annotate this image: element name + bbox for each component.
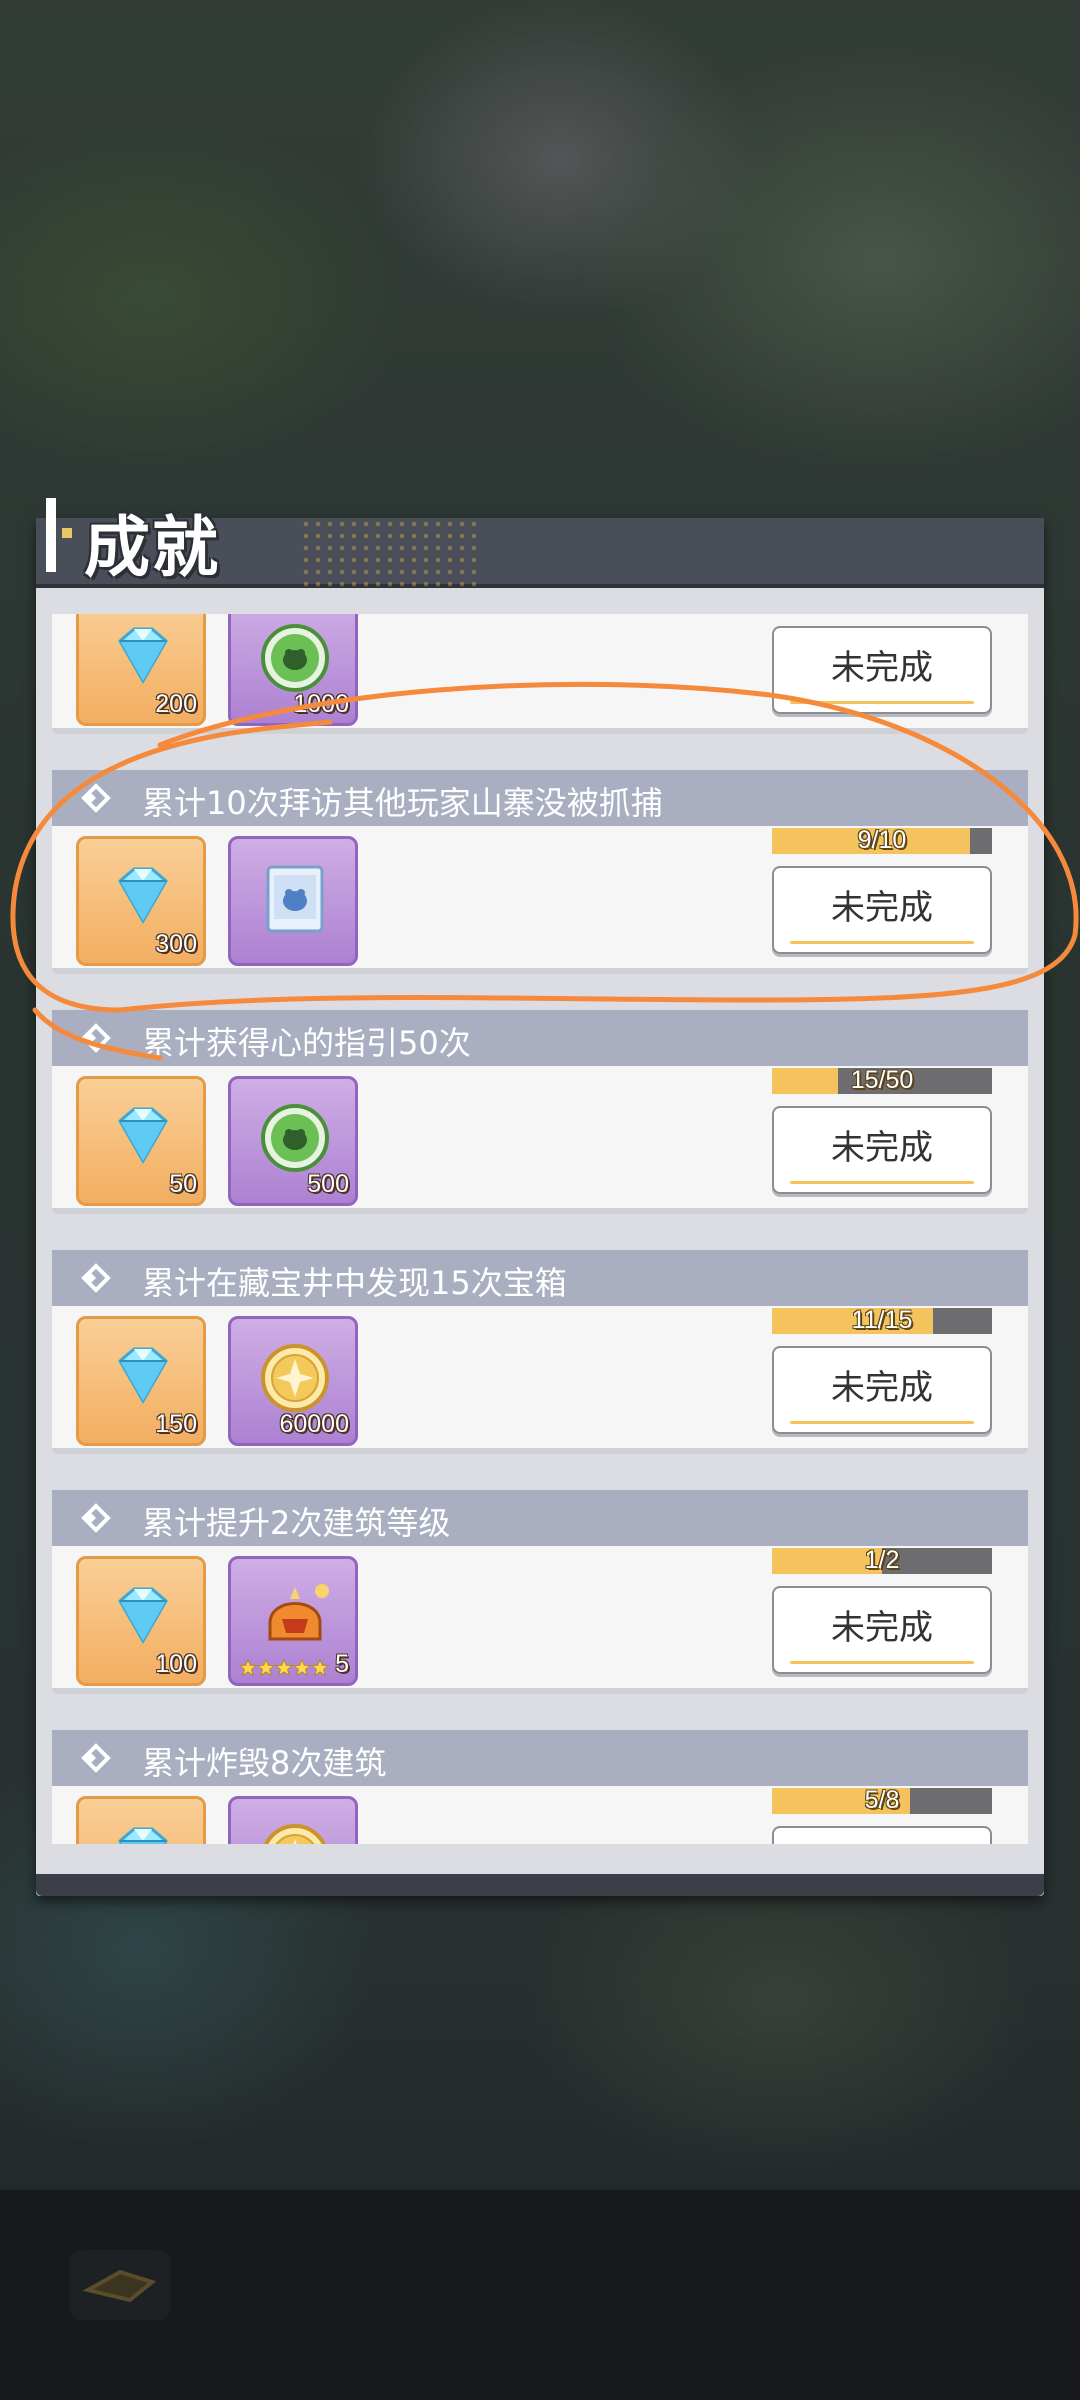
reward-count: 500	[307, 1170, 349, 1198]
reward-count: 150	[155, 1410, 197, 1438]
panel-footer	[36, 1874, 1044, 1896]
achievement-item: 累计10次拜访其他玩家山寨没被抓捕 300 9/10 未完成	[52, 770, 1028, 980]
reward-count: 5	[335, 1650, 349, 1678]
achievement-body: 150 60000 11/15 未完成	[52, 1306, 1028, 1454]
status-button-incomplete[interactable]: 未完成	[772, 1826, 992, 1844]
progress-bar: 5/8	[772, 1786, 992, 1814]
reward-count: 200	[155, 690, 197, 718]
diamond-icon	[104, 1819, 182, 1844]
progress-text: 15/50	[850, 1066, 914, 1094]
chevron-right-icon	[80, 1022, 112, 1054]
achievement-title: 累计提升2次建筑等级	[142, 1504, 451, 1542]
progress-text: 1/2	[864, 1546, 900, 1574]
panel-title: 成就	[84, 509, 220, 586]
header-decoration	[300, 518, 480, 588]
reward-slot[interactable]: 60000	[228, 1316, 358, 1446]
title-accent-bar	[46, 498, 56, 572]
achievement-title-bar: 累计炸毁8次建筑	[52, 1730, 1028, 1786]
reward-count: 300	[155, 930, 197, 958]
blue-card-icon	[256, 859, 334, 937]
status-button-incomplete[interactable]: 未完成	[772, 866, 992, 954]
progress-bar: 9/10	[772, 826, 992, 854]
gold-coin-icon	[256, 1339, 334, 1417]
gold-coin-icon	[256, 1819, 334, 1844]
diamond-icon	[104, 1099, 182, 1177]
bottom-menu-icon[interactable]	[70, 2250, 170, 2320]
achievement-body: 100 5 1/2 未完成	[52, 1546, 1028, 1694]
achievement-item: 累计获得心的指引50次 50 500 15/50 未完成	[52, 1010, 1028, 1220]
reward-slot[interactable]: 150	[76, 1316, 206, 1446]
diamond-icon	[104, 1579, 182, 1657]
achievement-list[interactable]: 200 1000 4/5 未完成 累计10次拜访其他玩家山寨没被抓捕 300 9…	[52, 614, 1028, 1844]
reward-slot[interactable]: 1000	[228, 614, 358, 726]
reward-slot[interactable]	[228, 836, 358, 966]
status-button-incomplete[interactable]: 未完成	[772, 1346, 992, 1434]
achievement-item: 累计提升2次建筑等级 100 5 1/2 未完成	[52, 1490, 1028, 1700]
achievement-item: 200 1000 4/5 未完成	[52, 614, 1028, 740]
reward-slot[interactable]	[228, 1796, 358, 1844]
achievement-title-bar: 累计10次拜访其他玩家山寨没被抓捕	[52, 770, 1028, 826]
reward-slot[interactable]: 5	[228, 1556, 358, 1686]
title-accent-square	[62, 528, 72, 538]
chevron-right-icon	[80, 1502, 112, 1534]
status-button-incomplete[interactable]: 未完成	[772, 626, 992, 714]
warrior-helmet-icon	[256, 1579, 334, 1657]
reward-count: 100	[155, 1650, 197, 1678]
reward-slot[interactable]	[76, 1796, 206, 1844]
achievement-body: 50 500 15/50 未完成	[52, 1066, 1028, 1214]
progress-text: 9/10	[857, 826, 907, 854]
diamond-icon	[104, 1339, 182, 1417]
reward-slot[interactable]: 50	[76, 1076, 206, 1206]
achievement-title: 累计10次拜访其他玩家山寨没被抓捕	[142, 784, 663, 822]
achievement-title: 累计炸毁8次建筑	[142, 1744, 387, 1782]
achievement-body: 5/8 未完成	[52, 1786, 1028, 1844]
chevron-right-icon	[80, 1262, 112, 1294]
progress-text: 4/5	[772, 614, 992, 615]
diamond-icon	[104, 859, 182, 937]
reward-count: 60000	[279, 1410, 349, 1438]
status-button-incomplete[interactable]: 未完成	[772, 1586, 992, 1674]
progress-bar: 11/15	[772, 1306, 992, 1334]
achievement-title-bar: 累计获得心的指引50次	[52, 1010, 1028, 1066]
progress-text: 11/15	[851, 1306, 913, 1334]
reward-slot[interactable]: 200	[76, 614, 206, 726]
chevron-right-icon	[80, 782, 112, 814]
star-rating	[239, 1659, 329, 1677]
reward-count: 1000	[293, 690, 349, 718]
diamond-icon	[104, 619, 182, 697]
reward-slot[interactable]: 300	[76, 836, 206, 966]
achievement-body: 200 1000 4/5 未完成	[52, 614, 1028, 734]
achievement-body: 300 9/10 未完成	[52, 826, 1028, 974]
progress-bar: 15/50	[772, 1066, 992, 1094]
reward-count: 50	[169, 1170, 197, 1198]
green-badge-icon	[256, 1099, 334, 1177]
achievement-title: 累计在藏宝井中发现15次宝箱	[142, 1264, 567, 1302]
progress-text: 5/8	[864, 1786, 900, 1814]
achievement-title-bar: 累计提升2次建筑等级	[52, 1490, 1028, 1546]
reward-slot[interactable]: 500	[228, 1076, 358, 1206]
chevron-right-icon	[80, 1742, 112, 1774]
status-button-incomplete[interactable]: 未完成	[772, 1106, 992, 1194]
green-badge-icon	[256, 619, 334, 697]
achievement-item: 累计在藏宝井中发现15次宝箱 150 60000 11/15 未完成	[52, 1250, 1028, 1460]
progress-bar: 1/2	[772, 1546, 992, 1574]
achievement-title: 累计获得心的指引50次	[142, 1024, 471, 1062]
achievement-item: 累计炸毁8次建筑 5/8 未完成	[52, 1730, 1028, 1844]
achievement-title-bar: 累计在藏宝井中发现15次宝箱	[52, 1250, 1028, 1306]
reward-slot[interactable]: 100	[76, 1556, 206, 1686]
